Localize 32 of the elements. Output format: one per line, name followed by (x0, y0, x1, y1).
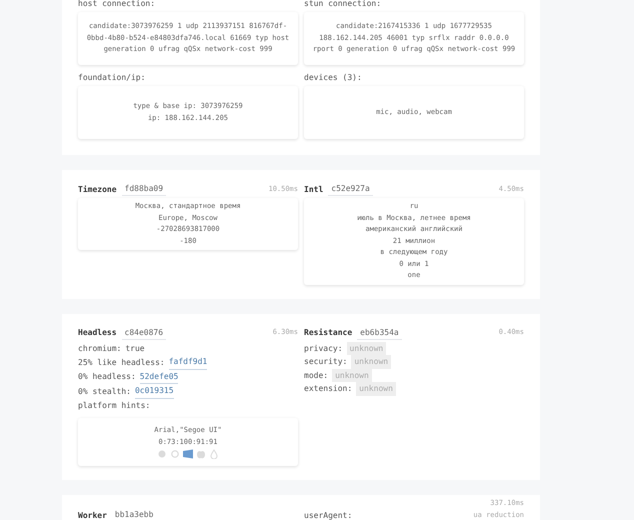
field-label: foundation/ip: (78, 72, 146, 83)
hash-value: c52e927a (328, 182, 373, 196)
row-label: platform hints: (78, 400, 150, 412)
status-tag: unknown (346, 342, 386, 355)
status-tag: unknown (332, 368, 372, 382)
row-label: security: (304, 356, 348, 368)
hash-value: c84e0876 (122, 326, 166, 340)
panel-title: Intl (304, 184, 324, 196)
row-label: mode: (304, 370, 328, 382)
row-value: true (125, 342, 145, 354)
hash-link[interactable]: 52defe05 (140, 370, 178, 384)
row-label: chromium: (78, 342, 122, 354)
hash-value: fd88ba09 (122, 182, 166, 196)
status-tag: unknown (351, 355, 392, 368)
row-label: 0% headless: (78, 371, 136, 383)
panel-title: Timezone (78, 184, 117, 196)
hash-value: bb1a3ebb (112, 508, 156, 520)
panel-title: Worker (78, 510, 107, 520)
hash-link[interactable]: fafdf9d1 (168, 355, 208, 370)
row-label: 0% stealth: (78, 386, 131, 398)
row-label: privacy: (304, 342, 343, 355)
field-label: userAgent: (304, 510, 352, 520)
hash-value: eb6b354a (357, 326, 402, 340)
panel-title: Resistance (304, 327, 352, 339)
hash-link[interactable]: 0c019315 (134, 384, 174, 398)
field-label: devices (3): (304, 72, 363, 83)
field-label: stun connection: (304, 0, 382, 9)
panel-title: Headless (78, 327, 117, 339)
field-label: host connection: (78, 0, 156, 9)
status-tag: unknown (356, 382, 396, 396)
row-label: 25% like headless: (78, 356, 165, 368)
row-label: extension: (304, 383, 352, 395)
